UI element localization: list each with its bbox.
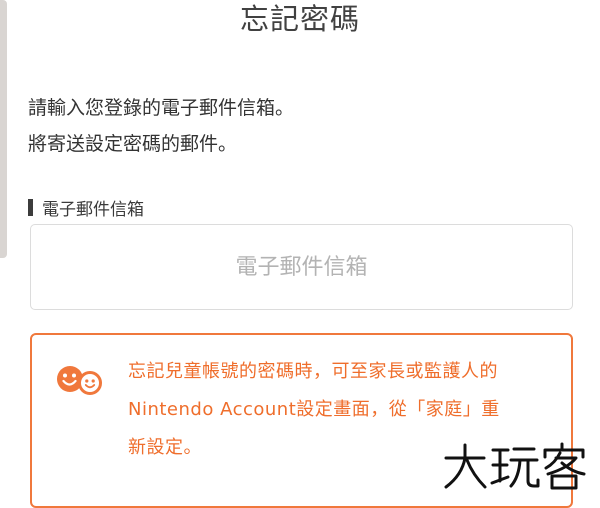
page-title: 忘記密碼: [239, 2, 360, 36]
email-label-text: 電子郵件信箱: [42, 199, 144, 220]
intro-line-1: 請輸入您登錄的電子郵件信箱。: [28, 97, 295, 119]
notice-line-1: 忘記兒童帳號的密碼時，可至家長或監護人的: [128, 361, 498, 382]
label-marker: [28, 198, 33, 216]
notice-line-2: Nintendo Account設定畫面，從「家庭」重: [128, 399, 500, 420]
family-faces-icon: [57, 366, 102, 395]
intro-text: 請輸入您登錄的電子郵件信箱。 將寄送設定密碼的郵件。: [28, 90, 294, 162]
email-field-label: 電子郵件信箱: [28, 196, 144, 220]
watermark-logo: [444, 442, 586, 490]
email-field[interactable]: [30, 224, 573, 310]
side-panel-edge: [0, 0, 7, 258]
intro-line-2: 將寄送設定密碼的郵件。: [28, 133, 238, 155]
